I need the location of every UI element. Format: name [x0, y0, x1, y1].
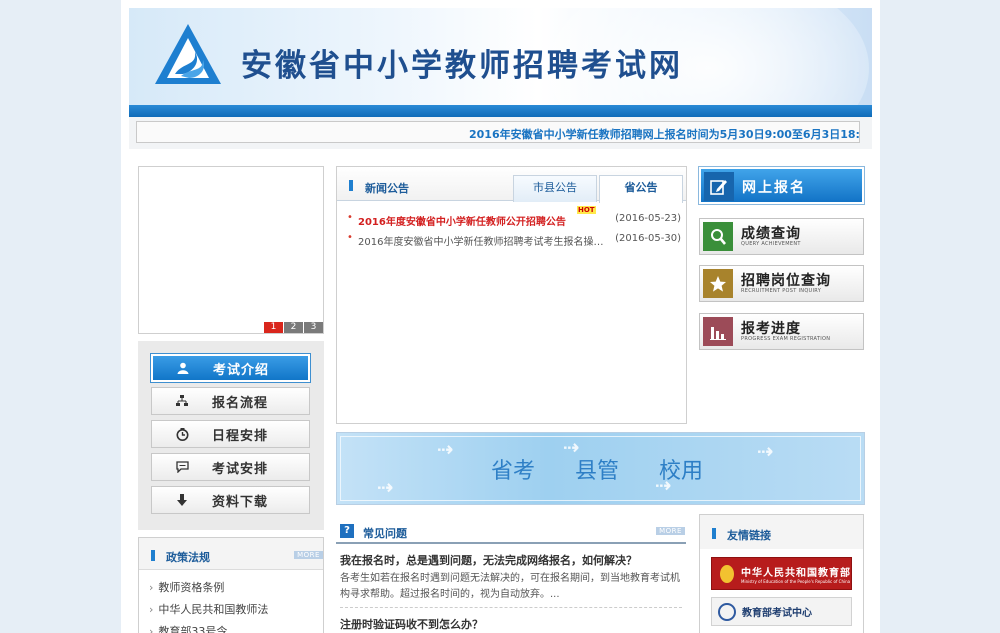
button-subtitle: RECRUITMENT POST INQUIRY	[741, 288, 822, 294]
button-title: 报考进度	[741, 321, 801, 337]
moe-english-name: Ministry of Education of the People's Re…	[741, 578, 851, 584]
slider-pagination: 1 2 3	[263, 322, 323, 333]
faq-answer: 各考生如若在报名时遇到问题无法解决的，可在报名期间，到当地教育考试机构寻求帮助。…	[340, 573, 680, 600]
image-slider: 1 2 3	[138, 166, 324, 334]
star-icon	[703, 269, 733, 298]
link-exam-center[interactable]: 教育部考试中心	[711, 597, 852, 626]
news-item[interactable]: 2016年度安徽省中小学新任教师公开招聘公告 HOT (2016-05-23)	[347, 206, 681, 231]
moe-name: 中华人民共和国教育部	[741, 567, 851, 579]
link-ministry-of-education[interactable]: 中华人民共和国教育部 Ministry of Education of the …	[711, 557, 852, 590]
faq-question[interactable]: 注册时验证码收不到怎么办？	[340, 616, 483, 632]
news-list: 2016年度安徽省中小学新任教师公开招聘公告 HOT (2016-05-23) …	[347, 206, 681, 251]
news-item-title[interactable]: 2016年度安徽省中小学新任教师公开招聘公告	[358, 213, 566, 228]
arrow-decoration-icon: ⇢	[757, 439, 774, 463]
arrow-decoration-icon: ⇢	[377, 475, 394, 499]
header-banner: 安徽省中小学教师招聘考试网	[129, 8, 872, 105]
faq-title: 常见问题	[363, 527, 407, 540]
header-divider	[129, 105, 872, 117]
magnifier-icon	[703, 222, 733, 251]
edit-icon	[704, 172, 734, 201]
flow-icon	[152, 395, 212, 407]
news-item-date: (2016-05-23)	[615, 213, 681, 224]
ticker-text[interactable]: 2016年安徽省中小学新任教师招聘网上报名时间为5月30日9:00至6月3日18…	[469, 126, 859, 142]
button-title: 招聘岗位查询	[741, 273, 831, 289]
clock-icon	[152, 427, 212, 441]
online-registration-button[interactable]: 网上报名	[698, 166, 865, 205]
policy-list: 教师资格条例 中华人民共和国教师法 教育部33号令	[149, 581, 268, 633]
tab-city-county[interactable]: 市县公告	[513, 175, 597, 202]
button-subtitle: QUERY ACHIEVEMENT	[741, 241, 801, 247]
user-icon	[153, 362, 213, 374]
menu-item-label: 资料下载	[212, 494, 269, 510]
menu-item-exam-arrangement[interactable]: 考试安排	[151, 453, 310, 481]
news-panel: 新闻公告 市县公告 省公告 2016年度安徽省中小学新任教师公开招聘公告 HOT…	[336, 166, 687, 424]
download-icon	[152, 494, 212, 506]
question-icon: ?	[340, 524, 354, 538]
links-title: 友情链接	[727, 529, 771, 542]
faq-divider	[340, 607, 682, 608]
news-item-title[interactable]: 2016年度安徽省中小学新任教师招聘考试考生报名操…	[358, 233, 603, 248]
menu-item-label: 考试介绍	[213, 362, 270, 378]
friendly-links-box: 友情链接 中华人民共和国教育部 Ministry of Education of…	[699, 514, 864, 633]
faq-more-link[interactable]: MORE	[656, 527, 685, 535]
slider-page-2[interactable]: 2	[284, 322, 303, 333]
faq-question[interactable]: 我在报名时，总是遇到问题，无法完成网络报名，如何解决？	[340, 552, 637, 568]
button-subtitle: PROGRESS EXAM REGISTRATION	[741, 336, 831, 342]
promo-word: 县管	[575, 459, 620, 484]
news-item[interactable]: 2016年度安徽省中小学新任教师招聘考试考生报名操… (2016-05-30)	[347, 231, 681, 251]
policy-more-link[interactable]: MORE	[294, 551, 323, 559]
menu-item-schedule[interactable]: 日程安排	[151, 420, 310, 448]
promo-word: 省考	[491, 459, 536, 484]
menu-item-downloads[interactable]: 资料下载	[151, 486, 310, 514]
exam-progress-button[interactable]: 报考进度 PROGRESS EXAM REGISTRATION	[699, 313, 864, 350]
post-inquiry-button[interactable]: 招聘岗位查询 RECRUITMENT POST INQUIRY	[699, 265, 864, 302]
ticker-bar: 2016年安徽省中小学新任教师招聘网上报名时间为5月30日9:00至6月3日18…	[129, 117, 872, 149]
policy-box: 政策法规 MORE 教师资格条例 中华人民共和国教师法 教育部33号令	[138, 537, 324, 633]
hot-badge: HOT	[577, 206, 596, 214]
side-menu: 考试介绍 报名流程 日程安排 考试安排 资料下载	[138, 341, 324, 530]
news-item-date: (2016-05-30)	[615, 233, 681, 244]
site-title: 安徽省中小学教师招聘考试网	[241, 48, 683, 84]
score-query-button[interactable]: 成绩查询 QUERY ACHIEVEMENT	[699, 218, 864, 255]
exam-center-name: 教育部考试中心	[742, 608, 812, 619]
list-item[interactable]: 教师资格条例	[149, 581, 268, 603]
bar-chart-icon	[703, 317, 733, 346]
tab-province[interactable]: 省公告	[599, 175, 683, 203]
announcement-ticker[interactable]: 2016年安徽省中小学新任教师招聘网上报名时间为5月30日9:00至6月3日18…	[136, 121, 860, 143]
policy-title: 政策法规	[166, 551, 210, 564]
list-item[interactable]: 教育部33号令	[149, 625, 268, 633]
slider-page-3[interactable]: 3	[304, 322, 323, 333]
slider-page-1[interactable]: 1	[264, 322, 283, 333]
menu-item-registration-flow[interactable]: 报名流程	[151, 387, 310, 415]
menu-item-label: 日程安排	[212, 428, 269, 444]
site-logo-icon	[155, 24, 221, 84]
arrow-decoration-icon: ⇢	[437, 437, 454, 461]
menu-item-exam-intro[interactable]: 考试介绍	[150, 353, 311, 383]
menu-item-label: 考试安排	[212, 461, 269, 477]
news-title: 新闻公告	[365, 182, 409, 195]
exam-center-logo-icon	[718, 602, 736, 621]
promo-word: 校用	[659, 459, 704, 484]
promo-banner[interactable]: ⇢ ⇢ ⇢ ⇢ ⇢ 省考 县管 校用	[336, 432, 865, 505]
list-item[interactable]: 中华人民共和国教师法	[149, 603, 268, 625]
faq-header: ? 常见问题 MORE	[336, 522, 686, 544]
menu-item-label: 报名流程	[212, 395, 269, 411]
button-title: 网上报名	[742, 180, 806, 196]
chat-icon	[152, 461, 212, 473]
button-title: 成绩查询	[741, 226, 801, 242]
national-emblem-icon	[720, 564, 734, 583]
